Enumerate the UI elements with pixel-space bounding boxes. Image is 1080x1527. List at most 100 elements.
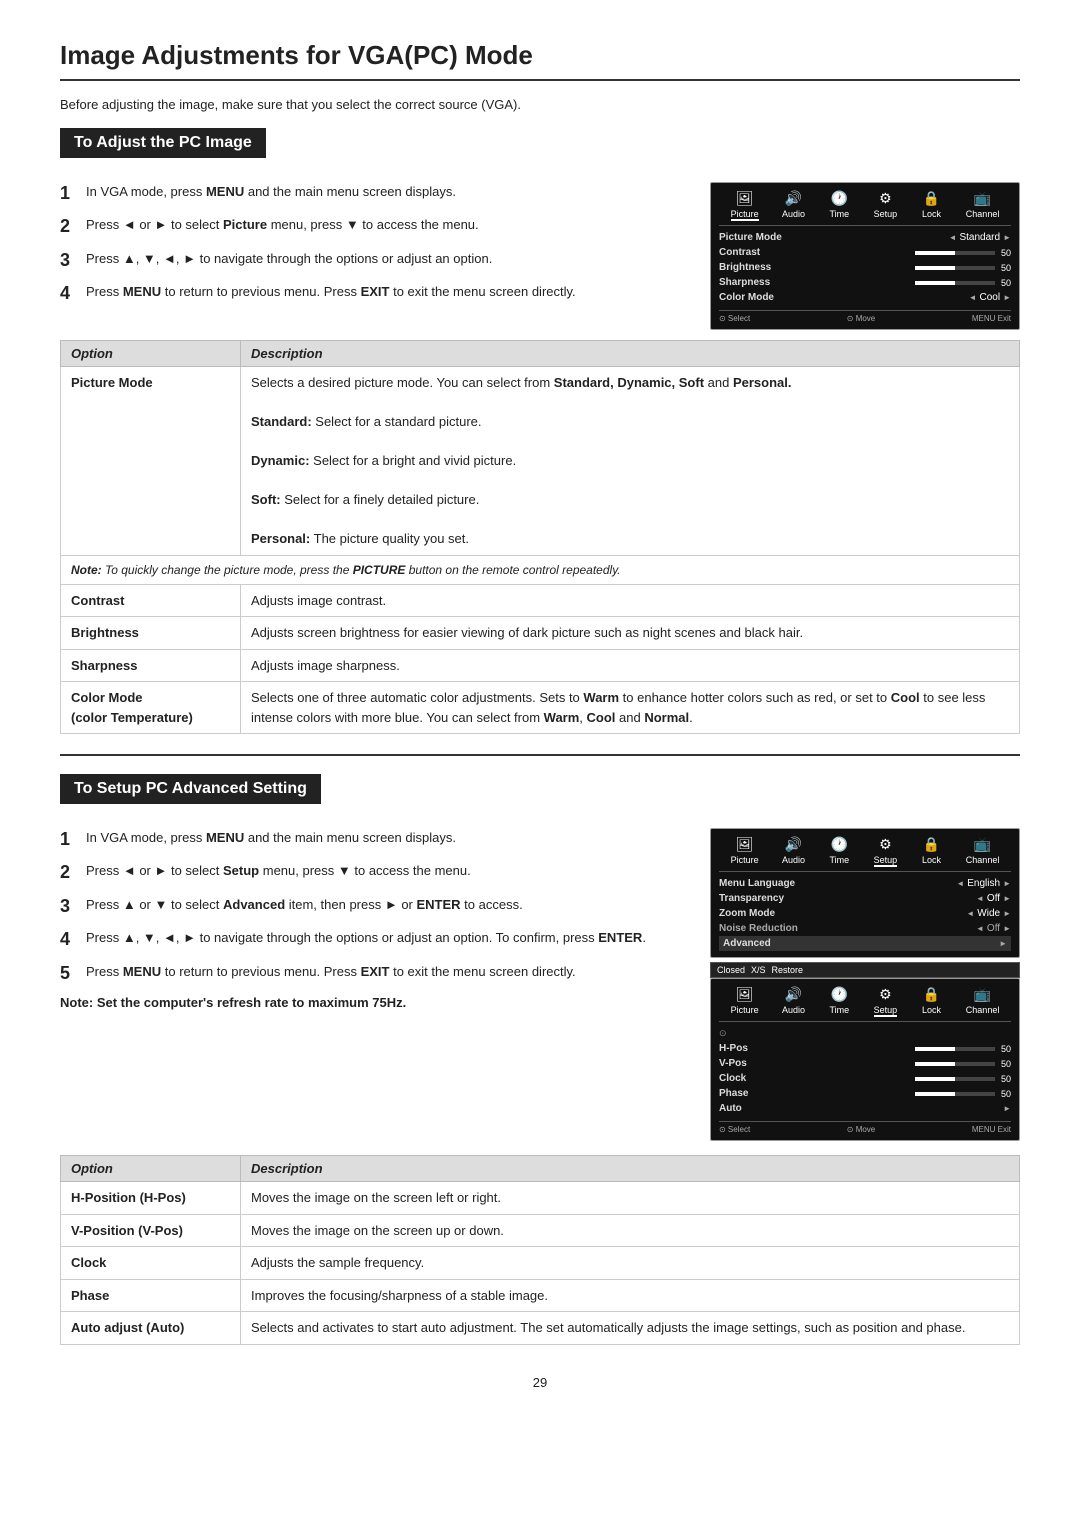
menu-row-advanced: Advanced ► bbox=[719, 936, 1011, 951]
table-row: Phase Improves the focusing/sharpness of… bbox=[61, 1279, 1020, 1312]
menu-icon-time: 🕐 Time bbox=[828, 985, 850, 1017]
menu-row-zoom: Zoom Mode ◄ Wide ► bbox=[719, 906, 1011, 921]
table-row: Sharpness Adjusts image sharpness. bbox=[61, 649, 1020, 682]
option-name: Color Mode(color Temperature) bbox=[61, 682, 241, 734]
option-desc: Adjusts the sample frequency. bbox=[241, 1247, 1020, 1280]
channel-icon: 📺 bbox=[972, 985, 994, 1003]
intro-text: Before adjusting the image, make sure th… bbox=[60, 97, 1020, 112]
menu-icon-audio: 🔊 Audio bbox=[782, 189, 805, 221]
step-text: Press MENU to return to previous menu. P… bbox=[86, 962, 576, 982]
col-description: Description bbox=[241, 1156, 1020, 1182]
menu-row-noise: Noise Reduction ◄ Off ► bbox=[719, 921, 1011, 936]
section2-menu-screenshots: 🖼 Picture 🔊 Audio 🕐 Time ⚙ Setup 🔒 bbox=[710, 828, 1020, 1145]
arrow-right-icon: ► bbox=[1003, 233, 1011, 242]
option-desc: Selects and activates to start auto adju… bbox=[241, 1312, 1020, 1345]
arrow-right-icon: ► bbox=[1003, 909, 1011, 918]
table-row: V-Position (V-Pos) Moves the image on th… bbox=[61, 1214, 1020, 1247]
arrow-right-icon: ► bbox=[1003, 293, 1011, 302]
step-text: Press MENU to return to previous menu. P… bbox=[86, 282, 576, 302]
setup-icon: ⚙ bbox=[874, 985, 896, 1003]
options-table-2: Option Description H-Position (H-Pos) Mo… bbox=[60, 1155, 1020, 1345]
menu-footer: ⊙ Select ⊙ Move MENU Exit bbox=[719, 310, 1011, 323]
menu-icon-picture: 🖼 Picture bbox=[731, 189, 759, 221]
advanced-menu-container: Closed X/S Restore 🖼 Picture 🔊 Audio bbox=[710, 962, 1020, 1141]
step-num: 3 bbox=[60, 249, 78, 272]
menu-row-hpos: H-Pos 50 bbox=[719, 1041, 1011, 1056]
page-title: Image Adjustments for VGA(PC) Mode bbox=[60, 40, 1020, 81]
option-desc: Selects one of three automatic color adj… bbox=[241, 682, 1020, 734]
audio-icon: 🔊 bbox=[783, 835, 805, 853]
menu-footer-advanced: ⊙ Select ⊙ Move MENU Exit bbox=[719, 1121, 1011, 1134]
option-name: Contrast bbox=[61, 584, 241, 617]
section2-steps: 1 In VGA mode, press MENU and the main m… bbox=[60, 828, 686, 1145]
step-2-2: 2 Press ◄ or ► to select Setup menu, pre… bbox=[60, 861, 686, 884]
arrow-right-icon: ► bbox=[1003, 894, 1011, 903]
option-name: Sharpness bbox=[61, 649, 241, 682]
step-text: Press ◄ or ► to select Setup menu, press… bbox=[86, 861, 471, 881]
option-desc: Moves the image on the screen up or down… bbox=[241, 1214, 1020, 1247]
section1-heading: To Adjust the PC Image bbox=[60, 128, 266, 158]
table-row: Brightness Adjusts screen brightness for… bbox=[61, 617, 1020, 650]
arrow-left-icon: ◄ bbox=[976, 894, 984, 903]
setup-icon: ⚙ bbox=[874, 835, 896, 853]
time-icon: 🕐 bbox=[828, 189, 850, 207]
menu-row-clock: Clock 50 bbox=[719, 1071, 1011, 1086]
overlay-top-bar: Closed X/S Restore bbox=[710, 962, 1020, 978]
arrow-left-icon: ◄ bbox=[969, 293, 977, 302]
option-desc: Selects a desired picture mode. You can … bbox=[241, 367, 1020, 556]
menu-screen-1: 🖼 Picture 🔊 Audio 🕐 Time ⚙ Setup 🔒 bbox=[710, 182, 1020, 330]
step-1-2: 2 Press ◄ or ► to select Picture menu, p… bbox=[60, 215, 686, 238]
table-row: Color Mode(color Temperature) Selects on… bbox=[61, 682, 1020, 734]
lock-icon: 🔒 bbox=[920, 189, 942, 207]
menu-icon-channel: 📺 Channel bbox=[966, 189, 1000, 221]
menu-icon-channel: 📺 Channel bbox=[966, 985, 1000, 1017]
options-table-1: Option Description Picture Mode Selects … bbox=[60, 340, 1020, 734]
step-num: 1 bbox=[60, 182, 78, 205]
menu-row-transparency: Transparency ◄ Off ► bbox=[719, 891, 1011, 906]
menu-icon-channel: 📺 Channel bbox=[966, 835, 1000, 867]
table-row: Contrast Adjusts image contrast. bbox=[61, 584, 1020, 617]
step-1-1: 1 In VGA mode, press MENU and the main m… bbox=[60, 182, 686, 205]
menu-row-lang: Menu Language ◄ English ► bbox=[719, 876, 1011, 891]
arrow-left-icon: ◄ bbox=[966, 909, 974, 918]
step-num: 2 bbox=[60, 861, 78, 884]
option-name: Clock bbox=[61, 1247, 241, 1280]
step-1-4: 4 Press MENU to return to previous menu.… bbox=[60, 282, 686, 305]
step-text: Press ▲ or ▼ to select Advanced item, th… bbox=[86, 895, 523, 915]
menu-row-sharpness: Sharpness 50 bbox=[719, 275, 1011, 290]
menu-icon-time: 🕐 Time bbox=[828, 189, 850, 221]
setup-icon: ⚙ bbox=[874, 189, 896, 207]
lock-icon: 🔒 bbox=[920, 985, 942, 1003]
col-option: Option bbox=[61, 1156, 241, 1182]
menu-screen-advanced: 🖼 Picture 🔊 Audio 🕐 Time ⚙ Setup bbox=[710, 978, 1020, 1141]
step-2-4: 4 Press ▲, ▼, ◄, ► to navigate through t… bbox=[60, 928, 686, 951]
menu-icon-setup: ⚙ Setup bbox=[874, 835, 898, 867]
menu-icon-setup: ⚙ Setup bbox=[874, 985, 898, 1017]
step-num: 2 bbox=[60, 215, 78, 238]
menu-icon-time: 🕐 Time bbox=[828, 835, 850, 867]
step-text: Press ▲, ▼, ◄, ► to navigate through the… bbox=[86, 249, 492, 269]
step-text: Press ◄ or ► to select Picture menu, pre… bbox=[86, 215, 479, 235]
menu-row-auto: Auto ► bbox=[719, 1101, 1011, 1116]
step-2-1: 1 In VGA mode, press MENU and the main m… bbox=[60, 828, 686, 851]
table-row: Picture Mode Selects a desired picture m… bbox=[61, 367, 1020, 556]
menu-row-phase: Phase 50 bbox=[719, 1086, 1011, 1101]
option-desc: Adjusts image contrast. bbox=[241, 584, 1020, 617]
audio-icon: 🔊 bbox=[783, 189, 805, 207]
menu-icon-setup: ⚙ Setup bbox=[874, 189, 898, 221]
step-num: 4 bbox=[60, 282, 78, 305]
picture-icon: 🖼 bbox=[734, 189, 756, 207]
arrow-left-icon: ◄ bbox=[976, 924, 984, 933]
step-num: 5 bbox=[60, 962, 78, 985]
menu-row-contrast: Contrast 50 bbox=[719, 245, 1011, 260]
arrow-right-icon: ► bbox=[1003, 879, 1011, 888]
refresh-rate-note: Note: Set the computer's refresh rate to… bbox=[60, 995, 686, 1010]
arrow-right-icon: ► bbox=[1003, 924, 1011, 933]
menu-icon-lock: 🔒 Lock bbox=[920, 985, 942, 1017]
menu-row-vpos: V-Pos 50 bbox=[719, 1056, 1011, 1071]
arrow-right-icon: ► bbox=[999, 939, 1007, 948]
channel-icon: 📺 bbox=[972, 835, 994, 853]
arrow-left-icon: ◄ bbox=[949, 233, 957, 242]
picture-icon: 🖼 bbox=[734, 835, 756, 853]
option-name: V-Position (V-Pos) bbox=[61, 1214, 241, 1247]
